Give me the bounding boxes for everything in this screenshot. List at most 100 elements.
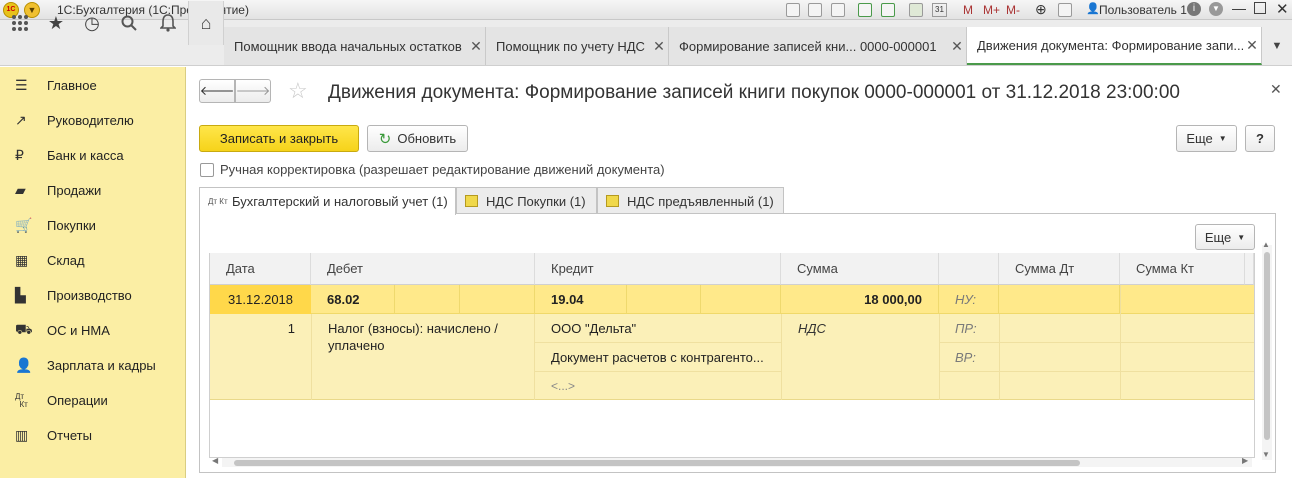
close-tab-icon[interactable]: ✕	[1243, 37, 1261, 54]
sidebar-item-label: Зарплата и кадры	[47, 358, 156, 373]
upload-icon[interactable]	[858, 3, 872, 17]
cell-date[interactable]: 31.12.2018	[210, 285, 311, 314]
table-more-button[interactable]: Еще ▼	[1195, 224, 1255, 250]
sidebar-item-reports[interactable]: ▥ Отчеты	[0, 418, 186, 453]
tab-vat-presented[interactable]: НДС предъявленный (1)	[597, 187, 784, 214]
tab-vat-purchases[interactable]: НДС Покупки (1)	[456, 187, 597, 214]
sidebar-item-production[interactable]: ▙ Производство	[0, 278, 186, 313]
calculator-icon[interactable]	[909, 3, 923, 17]
sidebar-item-warehouse[interactable]: ▦ Склад	[0, 243, 186, 278]
download-icon[interactable]	[881, 3, 895, 17]
factory-icon: ▙	[15, 287, 26, 303]
scroll-right-arrow-icon[interactable]: ▶	[1242, 456, 1248, 465]
favorite-star-icon[interactable]: ☆	[288, 78, 308, 104]
sidebar-item-purchases[interactable]: 🛒 Покупки	[0, 208, 186, 243]
sidebar-item-bank[interactable]: ₽ Банк и касса	[0, 138, 186, 173]
cell-nu-dt[interactable]	[999, 285, 1120, 314]
cell-row-number: 1	[287, 320, 295, 336]
dtkt-icon: Дт Кт	[15, 391, 28, 409]
vertical-scroll-thumb[interactable]	[1264, 252, 1270, 440]
sidebar-item-main[interactable]: ☰ Главное	[0, 68, 186, 103]
history-icon[interactable]: ◷	[74, 1, 110, 45]
cell-credit-subconto1[interactable]: ООО "Дельта"	[535, 314, 781, 343]
cell-debit[interactable]: 68.02	[311, 285, 395, 314]
cell-sum[interactable]: 18 000,00	[781, 285, 939, 314]
sidebar-item-label: ОС и НМА	[47, 323, 110, 338]
close-window-button[interactable]: ✕	[1276, 0, 1289, 18]
memory-m-button[interactable]: M	[963, 3, 973, 17]
sidebar-item-sales[interactable]: ▰ Продажи	[0, 173, 186, 208]
menu-lines-icon: ☰	[15, 77, 28, 93]
scroll-up-arrow-icon[interactable]: ▲	[1262, 240, 1270, 249]
header-blank	[939, 253, 999, 285]
sidebar-item-assets[interactable]: ⛟ ОС и НМА	[0, 313, 186, 348]
memory-minus-button[interactable]: M-	[1006, 3, 1020, 17]
apps-grid-icon[interactable]	[2, 1, 38, 45]
save-and-close-button[interactable]: Записать и закрыть	[199, 125, 359, 152]
minimize-button[interactable]: —	[1232, 0, 1246, 16]
more-button[interactable]: Еще ▼	[1176, 125, 1237, 152]
help-button[interactable]: ?	[1245, 125, 1275, 152]
header-credit[interactable]: Кредит	[535, 253, 781, 285]
sidebar-item-label: Банк и касса	[47, 148, 124, 163]
cell-credit-sub1	[627, 285, 701, 314]
close-tab-icon[interactable]: ✕	[467, 38, 485, 55]
cell-credit[interactable]: 19.04	[535, 285, 627, 314]
tab-label: Бухгалтерский и налоговый учет (1)	[232, 194, 448, 209]
header-debit[interactable]: Дебет	[311, 253, 535, 285]
cell-credit-subconto3[interactable]: <...>	[535, 372, 781, 400]
scroll-left-arrow-icon[interactable]: ◀	[212, 456, 218, 465]
sidebar-item-label: Отчеты	[47, 428, 92, 443]
tab-document-movements[interactable]: Движения документа: Формирование запи...…	[967, 27, 1262, 65]
horizontal-scroll-thumb[interactable]	[234, 460, 1080, 466]
tab-label: НДС Покупки (1)	[486, 193, 586, 209]
cell-debit-subconto[interactable]: Налог (взносы): начислено / уплачено	[311, 314, 535, 400]
tab-vat-helper[interactable]: Помощник по учету НДС ✕	[486, 27, 669, 65]
scroll-down-arrow-icon[interactable]: ▼	[1262, 450, 1270, 459]
tab-purchase-book[interactable]: Формирование записей кни... 0000-000001 ✕	[669, 27, 967, 65]
header-sum[interactable]: Сумма	[781, 253, 939, 285]
home-icon[interactable]: ⌂	[188, 1, 224, 45]
header-sum-dt[interactable]: Сумма Дт	[999, 253, 1120, 285]
header-date[interactable]: Дата	[210, 253, 311, 285]
sidebar-item-manager[interactable]: ↗ Руководителю	[0, 103, 186, 138]
tab-label: НДС предъявленный (1)	[627, 193, 774, 209]
cell-debit-sub2	[460, 285, 535, 314]
calendar-icon[interactable]: 31	[932, 3, 947, 17]
forward-button[interactable]: 🡒	[235, 79, 271, 103]
back-button[interactable]: 🡐	[199, 79, 235, 103]
tab-label: Движения документа: Формирование запи...	[977, 37, 1243, 53]
cell-credit-subconto2[interactable]: Документ расчетов с контрагенто...	[535, 343, 781, 372]
refresh-label: Обновить	[397, 131, 457, 146]
sidebar-item-label: Руководителю	[47, 113, 134, 128]
refresh-button[interactable]: ↻ Обновить	[367, 125, 468, 152]
preview-icon[interactable]	[831, 3, 845, 17]
manual-correction-checkbox[interactable]	[200, 163, 214, 177]
ruble-icon: ₽	[15, 147, 24, 163]
search-icon[interactable]	[110, 1, 148, 45]
maximize-button[interactable]	[1254, 2, 1266, 14]
panel-icon[interactable]	[1058, 3, 1072, 17]
cell-sum-content[interactable]: НДС	[782, 314, 939, 343]
tab-initial-balances[interactable]: Помощник ввода начальных остатков ✕	[224, 27, 486, 65]
trend-icon: ↗	[15, 112, 27, 128]
zoom-icon[interactable]: ⊕	[1035, 1, 1047, 18]
sum-dt-col-border	[999, 314, 1000, 400]
print-icon[interactable]	[808, 3, 822, 17]
more-label: Еще	[1186, 131, 1213, 146]
sidebar-item-operations[interactable]: Дт Кт Операции	[0, 383, 186, 418]
close-tab-icon[interactable]: ✕	[948, 38, 966, 55]
close-document-icon[interactable]: ✕	[1270, 81, 1282, 98]
favorites-star-icon[interactable]: ★	[38, 1, 74, 45]
memory-plus-button[interactable]: M+	[983, 3, 1000, 17]
save-icon[interactable]	[786, 3, 800, 17]
info-icon[interactable]: i	[1187, 2, 1201, 16]
close-tab-icon[interactable]: ✕	[650, 38, 668, 55]
user-name[interactable]: Пользователь 1	[1099, 3, 1187, 17]
settings-menu-icon[interactable]: ▼	[1209, 2, 1223, 16]
notifications-bell-icon[interactable]	[148, 1, 188, 45]
tabs-dropdown-icon[interactable]: ▼	[1262, 24, 1292, 68]
header-sum-kt[interactable]: Сумма Кт	[1120, 253, 1245, 285]
sidebar-item-salary[interactable]: 👤 Зарплата и кадры	[0, 348, 186, 383]
tab-accounting[interactable]: Дт Кт Бухгалтерский и налоговый учет (1)	[199, 187, 456, 215]
